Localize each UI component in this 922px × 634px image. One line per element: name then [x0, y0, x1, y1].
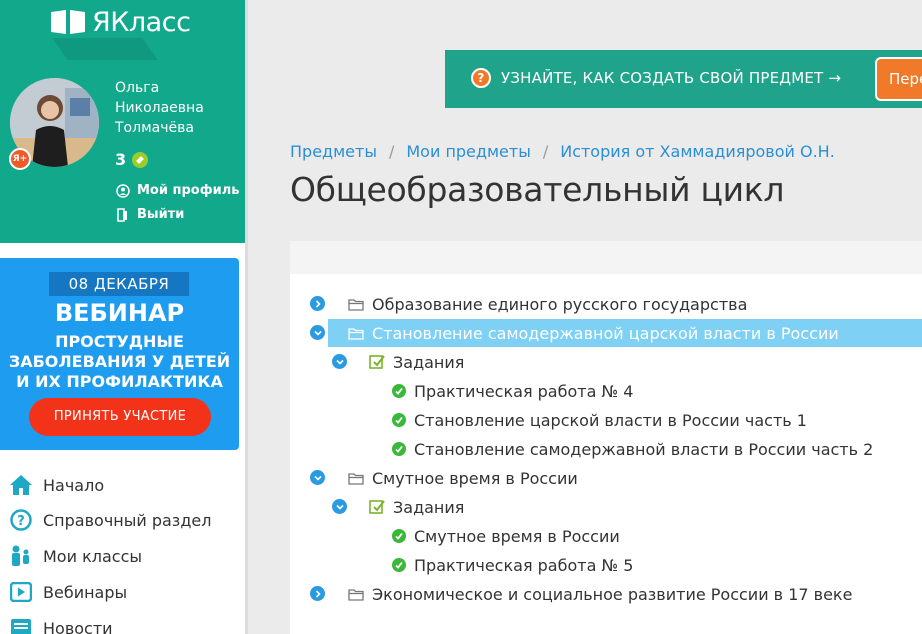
user-panel: ЯКласс Я+ Ольга Николаевна Толмачёва 3 М… — [0, 0, 245, 243]
nav-label: Начало — [43, 475, 105, 495]
nav-item-news[interactable]: Новости — [9, 613, 113, 634]
people-icon — [9, 544, 33, 568]
nav-item-classes[interactable]: Мои классы — [9, 541, 142, 571]
check-circle-icon — [392, 558, 406, 572]
tree-item[interactable]: Практическая работа № 4 — [392, 377, 912, 405]
panel-header — [290, 241, 922, 274]
chevron-down-icon[interactable] — [310, 470, 325, 485]
gem-icon — [132, 151, 149, 168]
logout-icon — [117, 207, 127, 222]
webinar-date: 08 ДЕКАБРЯ — [49, 272, 189, 296]
logo-bar: ЯКласс — [0, 0, 245, 60]
tree-label: Образование единого русского государства — [372, 294, 748, 314]
nav-item-webinars[interactable]: Вебинары — [9, 577, 127, 607]
user-circle-icon — [116, 183, 130, 198]
tree-topic[interactable]: Смутное время в России — [310, 464, 910, 492]
profile-link[interactable]: Мой профиль — [116, 183, 239, 198]
logo-text: ЯКласс — [92, 6, 191, 38]
create-subject-link[interactable]: УЗНАЙТЕ, КАК СОЗДАТЬ СВОЙ ПРЕДМЕТ → — [501, 69, 841, 87]
chevron-right-icon[interactable] — [310, 296, 325, 311]
user-points: 3 — [115, 150, 149, 169]
chevron-right-icon[interactable] — [310, 586, 325, 601]
tree-label: Задания — [393, 352, 465, 372]
tree-label: Становление самодержавной власти в Росси… — [414, 439, 874, 459]
chevron-down-icon[interactable] — [332, 499, 347, 514]
nav-label: Вебинары — [43, 582, 128, 602]
breadcrumb-separator: / — [388, 142, 395, 161]
breadcrumb-subjects[interactable]: Предметы — [290, 142, 377, 161]
webinar-subtitle: ПРОСТУДНЫЕ ЗАБОЛЕВАНИЯ У ДЕТЕЙ И ИХ ПРОФ… — [8, 332, 231, 391]
tree-tasks[interactable]: Задания — [332, 348, 892, 376]
check-circle-icon — [392, 384, 406, 398]
tree-tasks[interactable]: Задания — [332, 493, 892, 521]
nav-label: Справочный раздел — [43, 510, 212, 530]
tree-topic[interactable]: Образование единого русского государства — [310, 290, 910, 318]
task-edit-icon — [369, 355, 385, 369]
check-circle-icon — [392, 413, 406, 427]
webinar-title: ВЕБИНАР — [54, 299, 185, 327]
cta-button[interactable]: Пере — [875, 57, 922, 101]
webinar-banner[interactable]: 08 ДЕКАБРЯ ВЕБИНАР ПРОСТУДНЫЕ ЗАБОЛЕВАНИ… — [0, 258, 239, 450]
folder-icon — [348, 472, 364, 485]
nav-label: Новости — [43, 618, 113, 634]
task-edit-icon — [369, 500, 385, 514]
book-icon — [51, 10, 85, 34]
check-circle-icon — [392, 529, 406, 543]
question-icon: ? — [471, 68, 491, 88]
tree-topic-selected[interactable]: Становление самодержавной царской власти… — [310, 319, 922, 347]
folder-icon — [348, 588, 364, 601]
play-icon — [9, 580, 33, 604]
home-icon — [9, 473, 33, 497]
breadcrumb-my-subjects[interactable]: Мои предметы — [406, 142, 530, 161]
tree-label: Становление самодержавной царской власти… — [372, 323, 839, 343]
breadcrumb-separator: / — [542, 142, 549, 161]
chevron-down-icon[interactable] — [310, 325, 325, 340]
nav-label: Мои классы — [43, 546, 142, 566]
tree-label: Задания — [393, 497, 465, 517]
breadcrumb: Предметы / Мои предметы / История от Хам… — [290, 142, 835, 161]
tree-label: Практическая работа № 4 — [414, 381, 634, 401]
join-webinar-button[interactable]: ПРИНЯТЬ УЧАСТИЕ — [29, 398, 211, 436]
nav-item-help[interactable]: ? Справочный раздел — [9, 505, 211, 535]
svg-text:?: ? — [17, 514, 25, 529]
points-value: 3 — [115, 150, 127, 169]
tree-topic[interactable]: Экономическое и социальное развитие Росс… — [310, 580, 910, 608]
check-circle-icon — [392, 442, 406, 456]
tree-label: Смутное время в России — [414, 526, 620, 546]
chevron-down-icon[interactable] — [332, 354, 347, 369]
tree-item[interactable]: Становление самодержавной власти в Росси… — [392, 435, 912, 463]
news-icon — [9, 616, 33, 634]
tree-label: Практическая работа № 5 — [414, 555, 634, 575]
profile-label: Мой профиль — [137, 183, 240, 198]
folder-icon — [348, 298, 364, 311]
tree-label: Смутное время в России — [372, 468, 578, 488]
tree-label: Становление царской власти в России част… — [414, 410, 807, 430]
sidebar: ЯКласс Я+ Ольга Николаевна Толмачёва 3 М… — [0, 0, 245, 634]
breadcrumb-history[interactable]: История от Хаммадияровой О.Н. — [560, 142, 835, 161]
page-title: Общеобразовательный цикл — [290, 170, 785, 209]
logo[interactable]: ЯКласс — [50, 4, 191, 40]
help-icon: ? — [9, 508, 33, 532]
premium-badge: Я+ — [9, 148, 31, 170]
tree-label: Экономическое и социальное развитие Росс… — [372, 584, 853, 604]
nav-item-home[interactable]: Начало — [9, 470, 104, 500]
create-subject-banner[interactable]: ? УЗНАЙТЕ, КАК СОЗДАТЬ СВОЙ ПРЕДМЕТ → Пе… — [445, 50, 922, 108]
user-name: Ольга Николаевна Толмачёва — [115, 80, 204, 136]
sidebar-divider — [245, 0, 248, 634]
logout-label: Выйти — [137, 207, 185, 222]
tree-item[interactable]: Смутное время в России — [392, 522, 912, 550]
folder-icon — [348, 327, 364, 340]
logout-link[interactable]: Выйти — [116, 207, 184, 222]
tree-item[interactable]: Практическая работа № 5 — [392, 551, 912, 579]
tree-item[interactable]: Становление царской власти в России част… — [392, 406, 912, 434]
